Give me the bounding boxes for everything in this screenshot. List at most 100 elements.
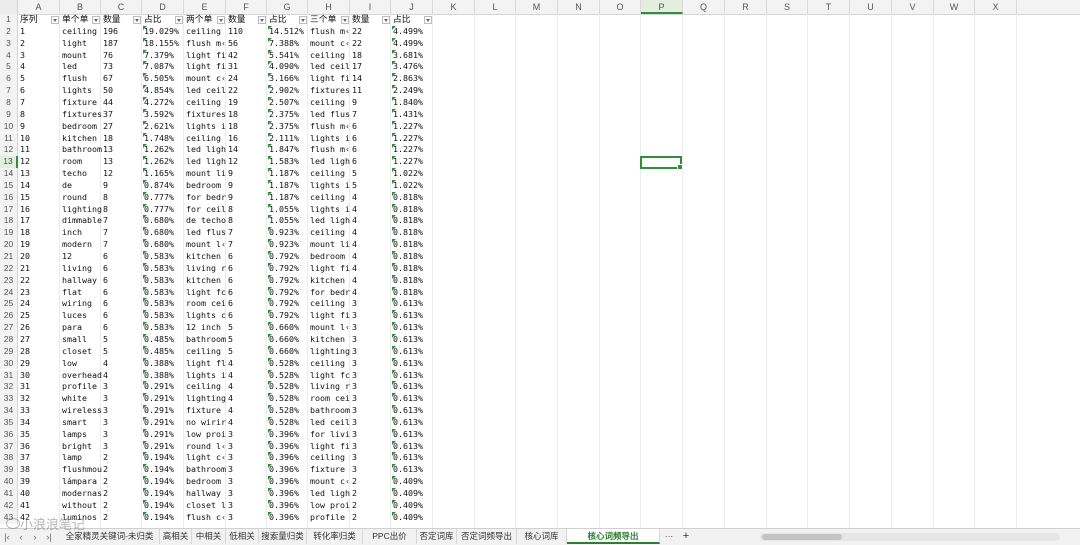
row-header[interactable]: 11 <box>0 132 18 145</box>
table-cell[interactable]: fixtures <box>61 109 102 121</box>
row-header[interactable]: 39 <box>0 464 18 477</box>
table-cell[interactable]: 6 <box>351 156 392 168</box>
table-cell[interactable]: 4.272% <box>143 96 185 109</box>
table-cell[interactable]: ceiling <box>61 26 102 38</box>
table-cell[interactable]: 19.029% <box>143 25 185 38</box>
table-cell[interactable]: 2.375% <box>268 108 309 121</box>
filter-dropdown-icon[interactable] <box>51 16 59 24</box>
table-cell[interactable]: 2 <box>102 476 143 488</box>
table-cell[interactable]: 187 <box>102 38 143 50</box>
table-cell[interactable]: mount c‹ <box>309 38 351 50</box>
row-header[interactable]: 17 <box>0 203 18 216</box>
table-cell[interactable]: 4 <box>19 61 61 73</box>
table-cell[interactable]: 0.660% <box>268 333 309 346</box>
table-cell[interactable]: ceiling <box>185 381 227 393</box>
table-cell[interactable]: 0.291% <box>143 405 185 417</box>
table-cell[interactable]: 6 <box>227 298 268 310</box>
table-cell[interactable]: 9 <box>19 121 61 133</box>
table-cell[interactable]: 0.680% <box>143 215 185 227</box>
table-cell[interactable]: bedroom <box>185 476 227 488</box>
table-cell[interactable]: bright <box>61 441 102 453</box>
header-cell[interactable]: 数量 <box>102 14 142 26</box>
table-cell[interactable]: 27 <box>19 334 61 346</box>
row-header[interactable]: 33 <box>0 393 18 406</box>
table-cell[interactable]: 5 <box>102 334 143 346</box>
table-cell[interactable]: 1 <box>19 26 61 38</box>
table-cell[interactable]: 0.396% <box>268 464 309 476</box>
table-cell[interactable]: 3 <box>351 298 392 310</box>
table-cell[interactable]: 4 <box>351 227 392 239</box>
table-cell[interactable]: 2.902% <box>268 85 309 97</box>
row-header[interactable]: 2 <box>0 25 18 38</box>
table-cell[interactable]: 6 <box>227 263 268 275</box>
table-cell[interactable]: 3.476% <box>392 61 434 73</box>
table-cell[interactable]: 12 <box>19 156 61 168</box>
spreadsheet-grid[interactable]: ABCDEFGHIJKLMNOPQRSTUVWX 1 序列 单个单 数量 占比 两个单 数量… <box>0 0 1080 528</box>
table-cell[interactable]: 11 <box>351 85 392 97</box>
table-cell[interactable]: 12 <box>61 251 102 263</box>
table-cell[interactable]: 0.680% <box>143 239 185 251</box>
table-cell[interactable]: 3 <box>351 370 392 382</box>
table-cell[interactable]: 3 <box>227 488 268 500</box>
table-cell[interactable]: ceiling <box>309 192 351 204</box>
table-cell[interactable]: 2 <box>351 476 392 488</box>
sheet-tab[interactable]: 否定词库 <box>417 529 457 544</box>
table-cell[interactable]: 0.194% <box>143 499 185 512</box>
column-header-j[interactable]: J <box>391 0 433 14</box>
table-cell[interactable]: 14 <box>351 73 392 85</box>
table-cell[interactable]: light fl <box>185 358 227 370</box>
table-cell[interactable]: 3 <box>227 429 268 441</box>
table-cell[interactable]: de techo <box>185 215 227 227</box>
table-cell[interactable]: ceiling <box>309 227 351 239</box>
row-header[interactable]: 10 <box>0 120 18 133</box>
row-header[interactable]: 31 <box>0 369 18 382</box>
table-cell[interactable]: 3 <box>227 476 268 488</box>
row-header[interactable]: 20 <box>0 239 18 251</box>
header-cell[interactable]: 数量 <box>351 14 391 26</box>
table-cell[interactable]: 0.613% <box>392 428 434 441</box>
table-cell[interactable]: 22 <box>351 26 392 38</box>
table-cell[interactable]: 0.874% <box>143 179 185 192</box>
table-cell[interactable]: led ligh <box>185 144 227 156</box>
column-header-u[interactable]: U <box>850 0 892 14</box>
table-cell[interactable]: 0.528% <box>268 369 309 382</box>
table-cell[interactable]: mount l‹ <box>309 322 351 334</box>
table-cell[interactable]: 12 inch <box>185 322 227 334</box>
table-cell[interactable]: 18 <box>19 227 61 239</box>
table-cell[interactable]: 7 <box>227 227 268 239</box>
table-cell[interactable]: 37 <box>19 452 61 464</box>
table-cell[interactable]: 3 <box>351 381 392 393</box>
table-cell[interactable]: light fi <box>185 61 227 73</box>
table-cell[interactable]: 0.291% <box>143 440 185 453</box>
table-cell[interactable]: 6 <box>351 133 392 145</box>
table-cell[interactable]: 7 <box>102 239 143 251</box>
table-cell[interactable]: 6 <box>227 310 268 322</box>
column-header-x[interactable]: X <box>975 0 1017 14</box>
table-cell[interactable]: light fc <box>185 287 227 299</box>
table-cell[interactable]: 5 <box>227 346 268 358</box>
table-cell[interactable]: de <box>61 180 102 192</box>
row-header[interactable]: 21 <box>0 251 18 263</box>
table-cell[interactable]: 22 <box>227 85 268 97</box>
table-cell[interactable]: dimmable <box>61 215 102 227</box>
table-cell[interactable]: 0.396% <box>268 511 309 524</box>
table-cell[interactable]: 0.396% <box>268 428 309 441</box>
table-cell[interactable]: 3 <box>227 452 268 464</box>
row-header[interactable]: 40 <box>0 476 18 488</box>
filter-dropdown-icon[interactable] <box>175 16 183 24</box>
filter-dropdown-icon[interactable] <box>341 16 349 24</box>
table-cell[interactable]: 21 <box>19 263 61 275</box>
table-cell[interactable]: overhead <box>61 370 102 382</box>
row-header[interactable]: 12 <box>0 144 18 157</box>
table-cell[interactable]: 0.388% <box>143 357 185 370</box>
table-cell[interactable]: 0.528% <box>268 357 309 370</box>
table-cell[interactable]: 33 <box>19 405 61 417</box>
filter-dropdown-icon[interactable] <box>299 16 307 24</box>
table-cell[interactable]: 7.087% <box>143 61 185 73</box>
table-cell[interactable]: 5 <box>102 346 143 358</box>
table-cell[interactable]: 3 <box>227 464 268 476</box>
table-cell[interactable]: 0.792% <box>268 251 309 263</box>
table-cell[interactable]: 8 <box>227 215 268 227</box>
table-cell[interactable]: 31 <box>227 61 268 73</box>
table-cell[interactable]: 0.291% <box>143 428 185 441</box>
